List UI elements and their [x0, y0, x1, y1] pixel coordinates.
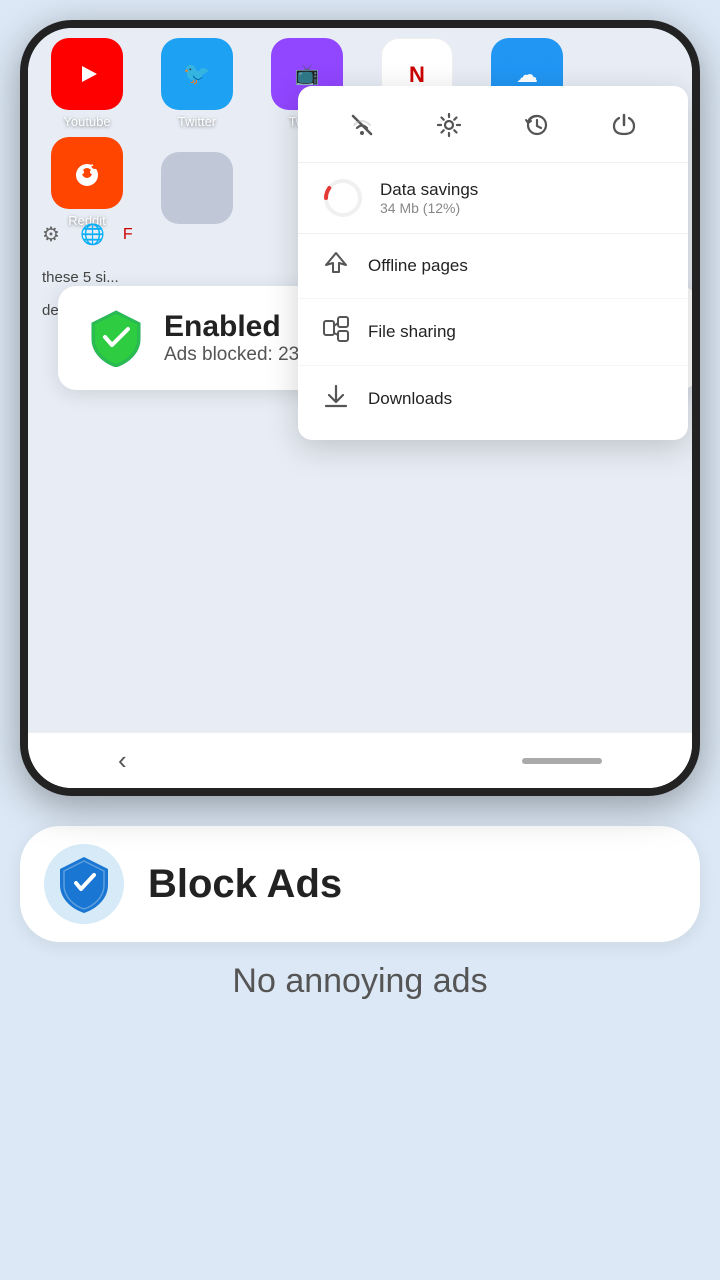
file-share-icon: [322, 315, 350, 343]
file-sharing-icon: [322, 315, 350, 349]
bottom-section: Block Ads No annoying ads: [0, 796, 720, 1041]
app-icon-youtube-wrap[interactable]: Youtube: [32, 38, 142, 129]
power-button[interactable]: [601, 102, 647, 148]
ads-blocked-count: Ads blocked: 231: [164, 344, 310, 366]
file-sharing-item[interactable]: File sharing: [298, 299, 688, 366]
power-icon: [611, 112, 637, 138]
phone-screen: Youtube 🐦 Twitter: [28, 28, 692, 788]
twitter-logo-icon: 🐦: [177, 54, 217, 94]
app-icon-reddit-wrap[interactable]: Reddit: [32, 137, 142, 228]
history-icon: [524, 112, 550, 138]
no-wifi-button[interactable]: [339, 102, 385, 148]
offline-pages-item[interactable]: Offline pages: [298, 234, 688, 299]
block-ads-banner: Block Ads: [20, 826, 700, 942]
file-sharing-label: File sharing: [368, 322, 456, 342]
airplane-icon: [323, 250, 349, 276]
green-shield-svg: [90, 309, 142, 367]
no-wifi-icon: [349, 112, 375, 138]
adblocker-status: Enabled: [164, 310, 310, 344]
app-icon-unknown[interactable]: [161, 152, 233, 224]
svg-text:🐦: 🐦: [183, 61, 210, 86]
app-icon-reddit[interactable]: [51, 137, 123, 209]
app-icon-twitter[interactable]: 🐦: [161, 38, 233, 110]
shield-blue-icon: [44, 844, 124, 924]
shield-green-icon: [86, 308, 146, 368]
home-indicator[interactable]: [522, 758, 602, 764]
app-icon-twitter-wrap[interactable]: 🐦 Twitter: [142, 38, 252, 129]
offline-pages-icon: [322, 250, 350, 282]
data-savings-row: Data savings 34 Mb (12%): [298, 163, 688, 234]
download-icon: [322, 382, 350, 410]
blue-shield-svg: [58, 855, 110, 913]
twitter-label: Twitter: [178, 114, 216, 129]
settings-icon: [436, 112, 462, 138]
data-savings-title: Data savings: [380, 180, 478, 200]
data-savings-text: Data savings 34 Mb (12%): [380, 180, 478, 216]
downloads-item[interactable]: Downloads: [298, 366, 688, 432]
reddit-logo-icon: [67, 153, 107, 193]
app-icon-youtube[interactable]: [51, 38, 123, 110]
svg-text:📺: 📺: [295, 64, 320, 86]
youtube-label: Youtube: [63, 114, 110, 129]
block-ads-label: Block Ads: [148, 862, 342, 907]
downloads-icon: [322, 382, 350, 416]
downloads-label: Downloads: [368, 389, 452, 409]
data-savings-icon: [322, 177, 364, 219]
offline-pages-label: Offline pages: [368, 256, 468, 276]
dropdown-icons-row: [298, 102, 688, 163]
history-button[interactable]: [514, 102, 560, 148]
svg-text:N: N: [409, 62, 425, 87]
back-button[interactable]: ‹: [118, 745, 127, 776]
svg-text:☁: ☁: [516, 62, 538, 87]
no-annoying-label: No annoying ads: [232, 962, 487, 1001]
data-savings-subtitle: 34 Mb (12%): [380, 200, 478, 216]
app-icon-unknown-wrap[interactable]: [142, 152, 252, 228]
phone-mockup: Youtube 🐦 Twitter: [20, 20, 700, 796]
nav-bar: ‹: [28, 732, 692, 788]
settings-button[interactable]: [426, 102, 472, 148]
dropdown-menu: Data savings 34 Mb (12%) Offline pages: [298, 86, 688, 440]
adblocker-text: Enabled Ads blocked: 231: [164, 310, 310, 366]
youtube-logo-icon: [67, 54, 107, 94]
